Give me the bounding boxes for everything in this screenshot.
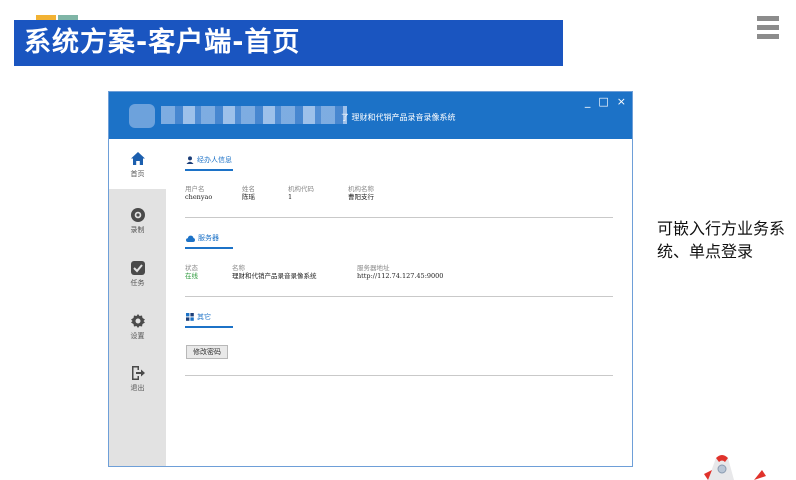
sidebar-item-label: 退出 [130,384,145,392]
field-server-address: 服务器地址 http://112.74.127.45:9000 [357,264,443,280]
field-org-name: 机构名称 曹阳支行 [348,185,374,201]
apps-grid-icon [186,313,194,321]
section-title: 其它 [197,313,211,321]
field-label: 用户名 [185,185,205,193]
sidebar-item-record[interactable]: 录制 [109,199,166,249]
sidebar: 首页 录制 任务 设置 退出 [109,139,166,466]
window-subtitle: 了 理财和代销产品录音录像系统 [341,113,456,122]
field-label: 服务器地址 [357,264,390,272]
sidebar-item-label: 任务 [130,279,145,287]
field-server-name: 名称 理财和代销产品录音录像系统 [232,264,317,280]
close-icon[interactable]: × [617,95,626,108]
sidebar-item-logout[interactable]: 退出 [109,357,166,407]
main-content: 经办人信息 用户名 chenyao 姓名 陈瑶 机构代码 1 机构名称 曹阳支行… [166,139,632,466]
sidebar-item-label: 首页 [130,170,145,178]
window-controls: _ □ × [585,95,626,108]
field-value: 理财和代销产品录音录像系统 [232,272,317,280]
window-titlebar: 了 理财和代销产品录音录像系统 _ □ × [109,92,632,139]
sidebar-item-label: 录制 [130,226,145,234]
home-icon [130,152,145,165]
maximize-icon[interactable]: □ [598,95,608,108]
section-other-heading: 其它 [186,312,211,322]
divider [185,375,613,376]
feature-caption: 可嵌入行方业务系统、单点登录 [657,219,786,261]
divider [185,296,613,297]
app-name-redacted [161,106,347,124]
field-value: 曹阳支行 [348,193,374,201]
field-label: 状态 [185,264,198,272]
field-value: 1 [288,193,293,201]
field-label: 机构代码 [288,185,314,193]
gear-icon [130,314,145,328]
sidebar-item-label: 设置 [130,332,145,340]
section-underline [185,169,233,171]
minimize-icon[interactable]: _ [585,95,591,108]
app-window: 了 理财和代销产品录音录像系统 _ □ × 首页 录制 任务 设置 退出 经办人… [108,91,633,467]
rocket-icon [704,455,766,480]
field-value: chenyao [185,193,213,201]
change-password-button[interactable]: 修改密码 [186,345,228,359]
field-label: 名称 [232,264,245,272]
hamburger-menu-icon[interactable] [757,16,779,42]
app-logo-icon [129,104,155,128]
divider [185,217,613,218]
logout-icon [131,366,145,380]
cloud-server-icon [186,235,195,242]
sidebar-item-task[interactable]: 任务 [109,252,166,302]
field-server-status: 状态 在线 [185,264,198,280]
section-agent-info-heading: 经办人信息 [186,155,232,165]
field-org-code: 机构代码 1 [288,185,314,201]
section-title: 服务器 [198,234,219,242]
field-fullname: 姓名 陈瑶 [242,185,255,201]
status-badge: 在线 [185,272,198,280]
slide-title: 系统方案-客户端-首页 [14,20,563,66]
section-server-heading: 服务器 [186,233,219,243]
field-label: 姓名 [242,185,255,193]
section-underline [185,326,233,328]
field-value: 陈瑶 [242,193,255,201]
task-check-icon [130,261,145,275]
field-label: 机构名称 [348,185,374,193]
section-title: 经办人信息 [197,156,232,164]
field-username: 用户名 chenyao [185,185,212,201]
sidebar-item-home[interactable]: 首页 [109,139,166,189]
sidebar-item-settings[interactable]: 设置 [109,305,166,355]
record-icon [130,208,145,222]
person-icon [186,156,194,164]
section-underline [185,247,233,249]
field-value: http://112.74.127.45:9000 [357,272,444,280]
